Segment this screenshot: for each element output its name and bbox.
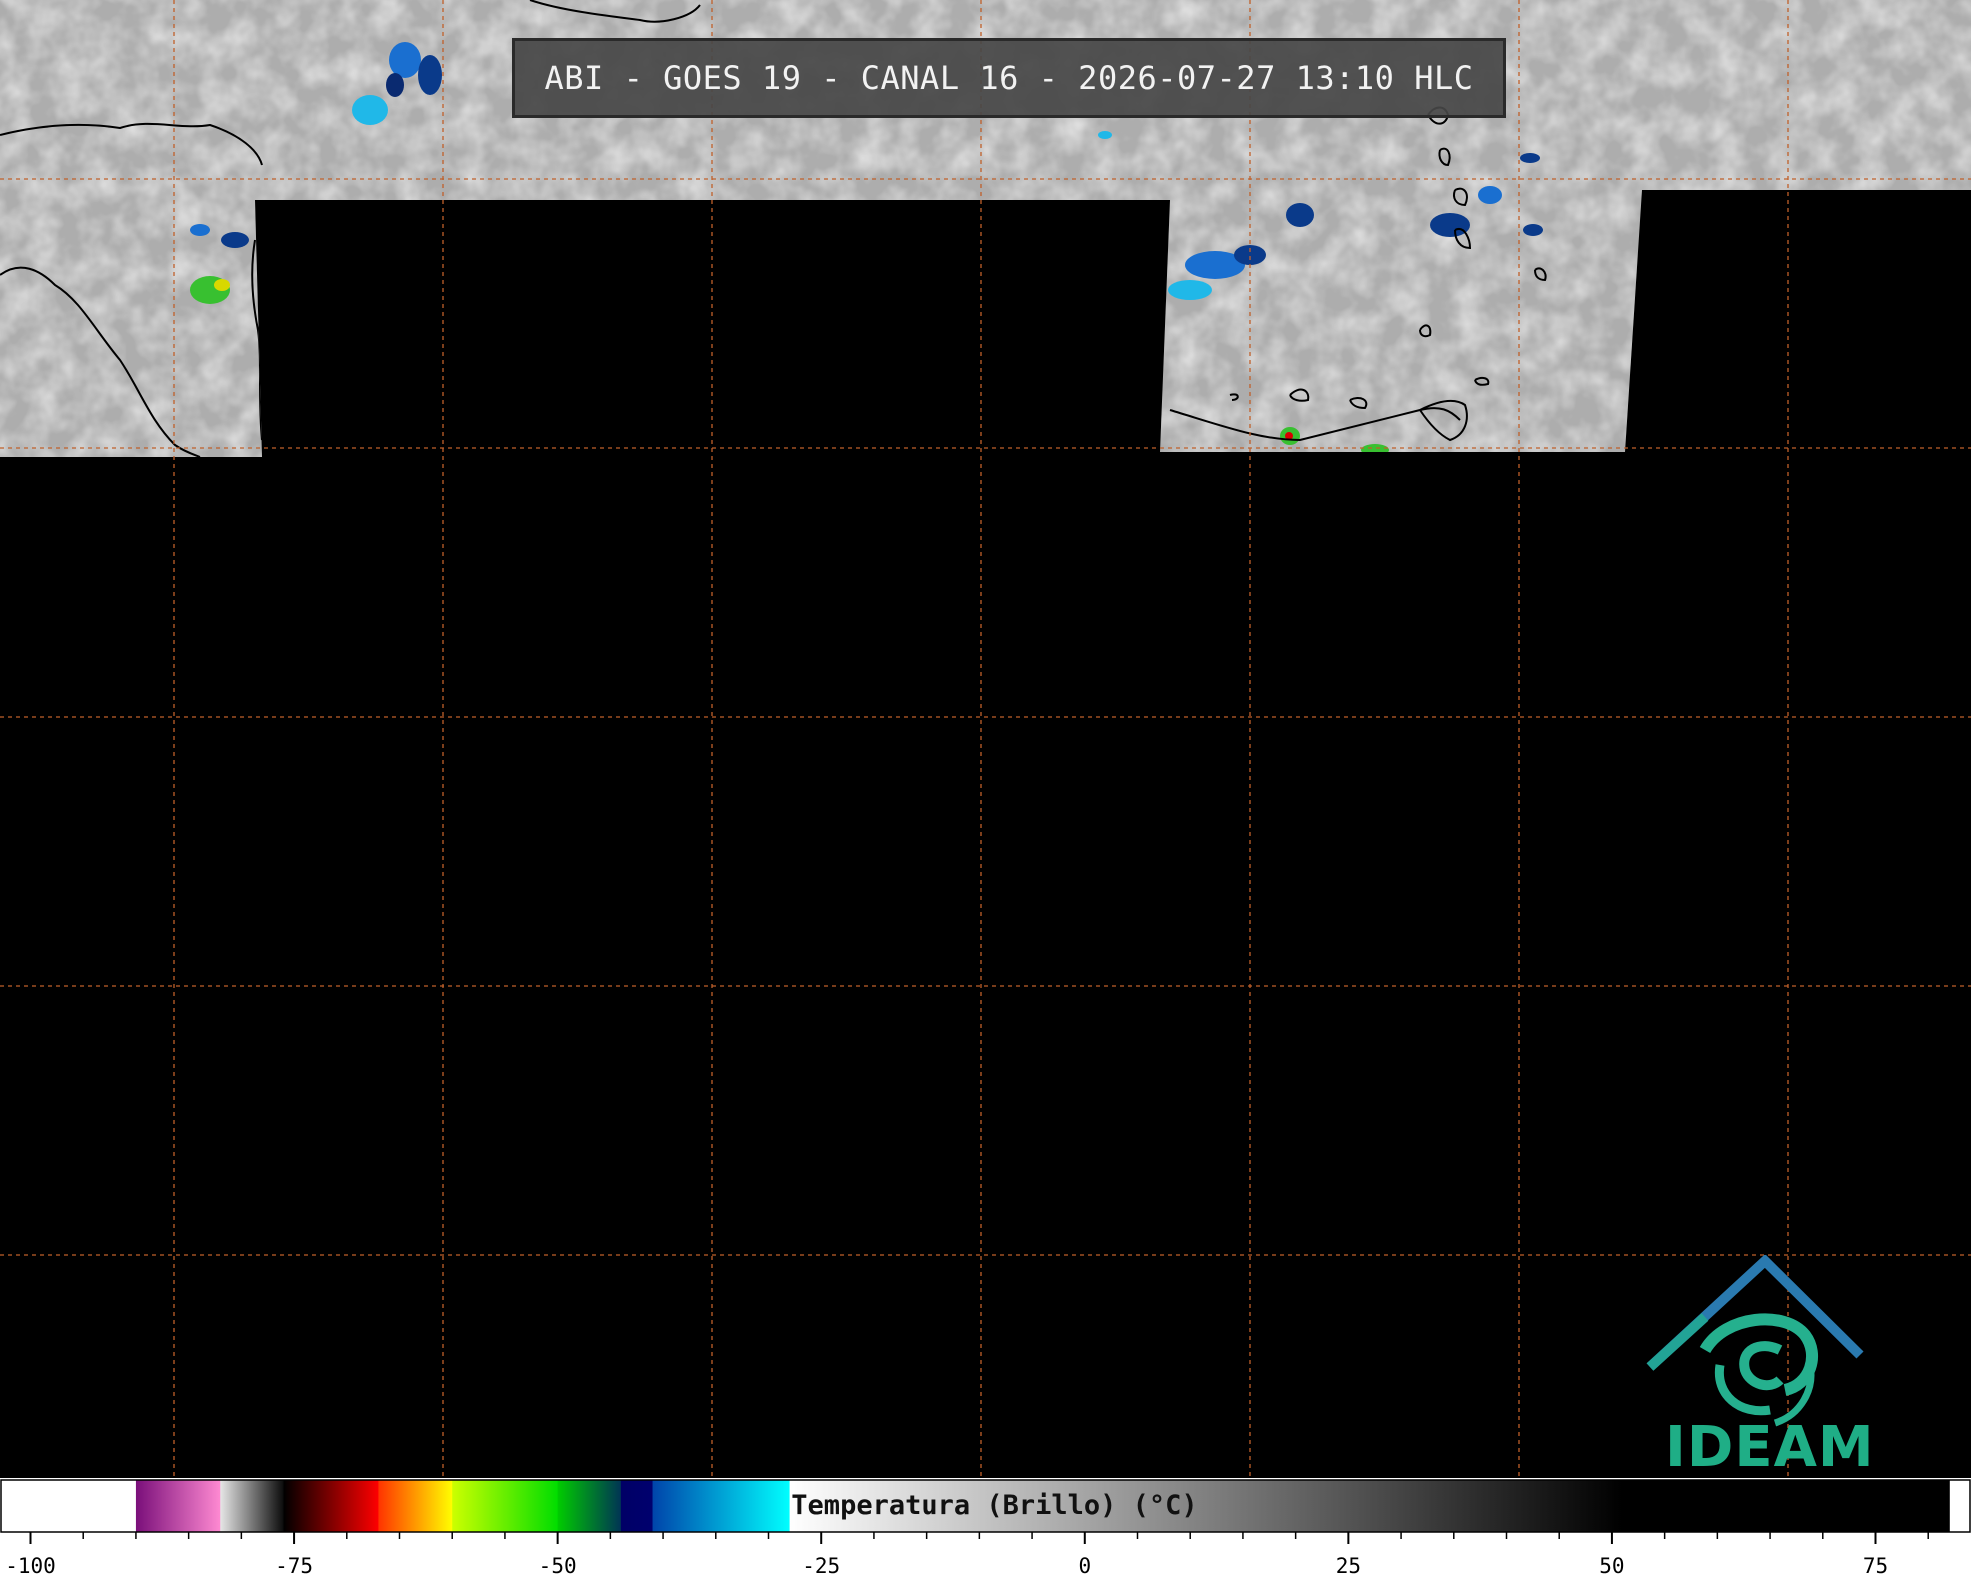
- colorbar-tick-label: 75: [1863, 1554, 1888, 1577]
- colorbar-tick-label: -100: [5, 1554, 56, 1577]
- colorbar-segment: [789, 1480, 1623, 1532]
- colorbar-tick-label: 50: [1599, 1554, 1624, 1577]
- colorbar-gradient: [0, 1479, 1971, 1533]
- colorbar-segment: [135, 1480, 221, 1532]
- colorbar-segment: [0, 1480, 137, 1532]
- colorbar: -100 -75 -50 -25 0 25 50 75: [0, 1478, 1971, 1577]
- map-title: ABI - GOES 19 - CANAL 16 - 2026-07-27 13…: [512, 38, 1506, 118]
- colorbar-segment: [620, 1480, 654, 1532]
- colorbar-tick-label: -75: [275, 1554, 313, 1577]
- colorbar-tick-label: -25: [802, 1554, 840, 1577]
- colorbar-segment: [1622, 1480, 1950, 1532]
- ideam-logo-text: IDEAM: [1665, 1415, 1875, 1480]
- colorbar-segment: [652, 1480, 791, 1532]
- colorbar-tick-label: -50: [539, 1554, 577, 1577]
- colorbar-tick-label: 0: [1078, 1554, 1091, 1577]
- colorbar-scale: -100 -75 -50 -25 0 25 50 75: [0, 1479, 1971, 1577]
- colorbar-ticks: -100 -75 -50 -25 0 25 50 75: [5, 1532, 1929, 1577]
- colorbar-segment: [557, 1480, 622, 1532]
- colorbar-segment: [220, 1480, 285, 1532]
- colorbar-tick-label: 25: [1336, 1554, 1361, 1577]
- logo-swirl-icon: [1699, 1313, 1819, 1427]
- colorbar-segment: [283, 1480, 379, 1532]
- colorbar-segment: [378, 1480, 453, 1532]
- colorbar-segment: [452, 1480, 559, 1532]
